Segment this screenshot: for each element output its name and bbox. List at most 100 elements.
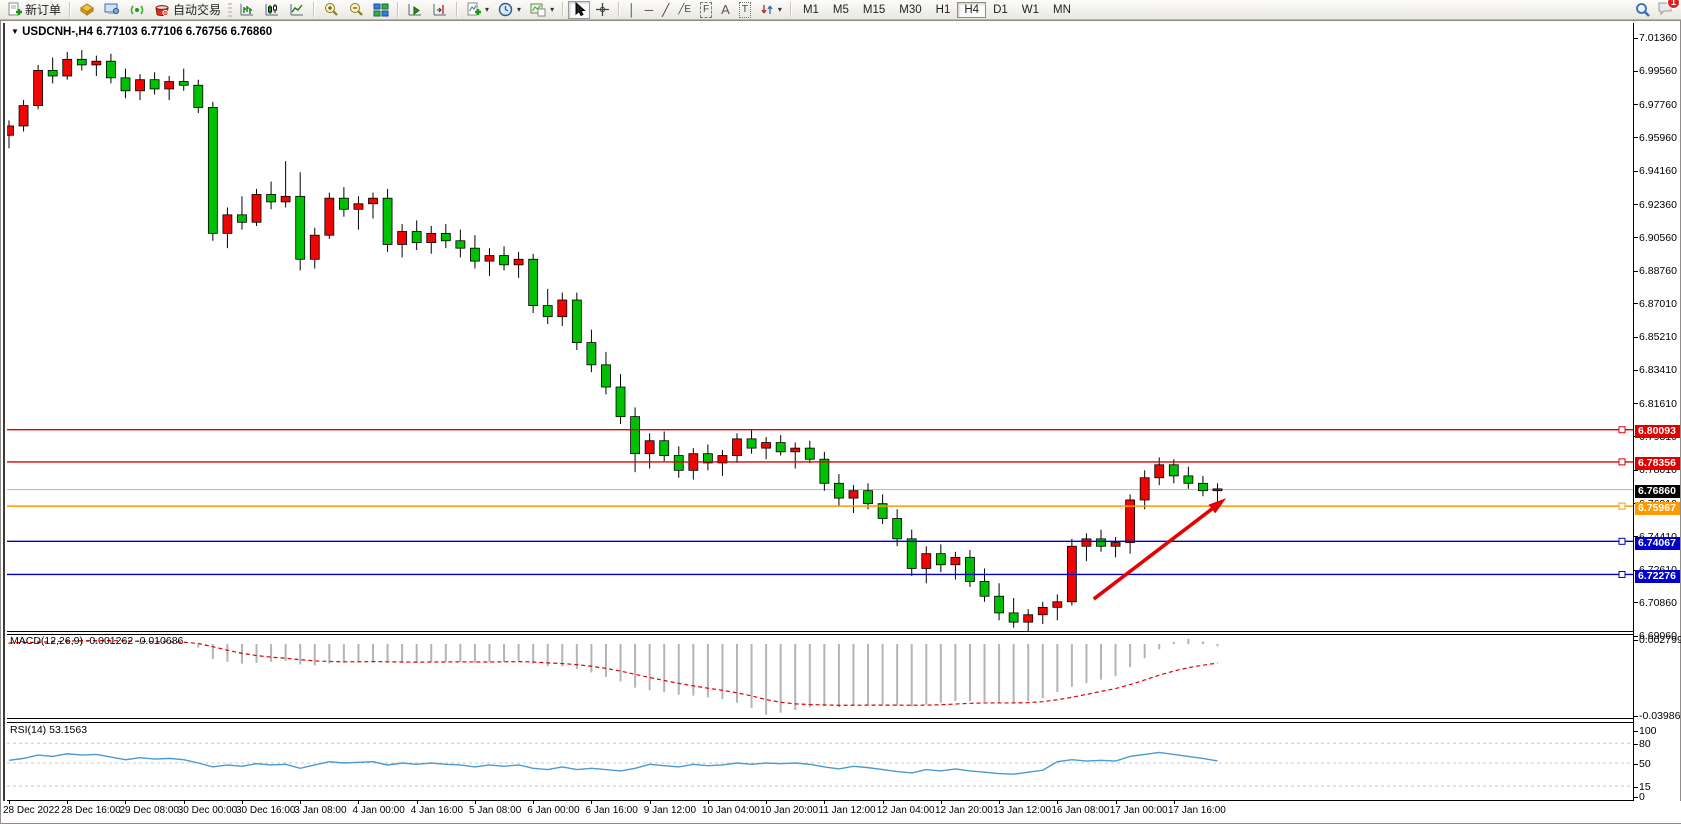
line-handle[interactable] [1619, 503, 1625, 509]
client-terminal-button[interactable] [100, 1, 124, 19]
time-tick [125, 801, 126, 804]
candle-down [587, 343, 596, 365]
time-tick-label: 28 Dec 2022 [3, 805, 60, 816]
trendline-tool[interactable]: ╱ [658, 1, 673, 19]
timeframe-button-w1[interactable]: W1 [1015, 2, 1046, 18]
price-tick-label: 6.99560 [1639, 65, 1677, 77]
signal-button[interactable] [125, 1, 149, 19]
candle-up [427, 233, 436, 242]
price-tick [1634, 38, 1638, 39]
crosshair-icon [595, 2, 610, 17]
vertical-line-tool[interactable]: │ [624, 1, 640, 19]
candle-up [514, 259, 523, 265]
channel-tool[interactable]: ╱E [674, 1, 695, 19]
text-icon: A [721, 3, 730, 17]
template-button[interactable]: ▾ [526, 1, 558, 19]
time-axis[interactable]: 28 Dec 202228 Dec 16:0029 Dec 08:0030 De… [1, 801, 1681, 823]
auto-trading-button[interactable]: 自动交易 [150, 1, 225, 19]
price-tick-label: 6.81610 [1639, 398, 1677, 410]
collapse-triangle-icon[interactable]: ▼ [11, 27, 19, 36]
time-tick [708, 801, 709, 804]
time-tick [1057, 801, 1058, 804]
candle-down [747, 439, 756, 448]
timeframe-button-m15[interactable]: M15 [856, 2, 892, 18]
separator [562, 2, 564, 17]
time-tick-label: 28 Dec 16:00 [61, 805, 121, 816]
line-handle[interactable] [1619, 427, 1625, 433]
candle-up [1053, 602, 1062, 608]
timeframe-button-m1[interactable]: M1 [796, 2, 826, 18]
candle-down [1097, 539, 1106, 546]
price-axis[interactable]: 7.013606.995606.977606.959606.941606.923… [1633, 23, 1680, 801]
gold-button[interactable] [75, 1, 99, 19]
timeframe-button-m30[interactable]: M30 [892, 2, 928, 18]
price-tick-label: 6.94160 [1639, 165, 1677, 177]
chart-title: ▼ USDCNH-,H4 6.77103 6.77106 6.76756 6.7… [11, 26, 272, 38]
line-chart-icon [289, 2, 305, 17]
macd-indicator-panel[interactable] [7, 634, 1633, 719]
price-tick-label: 6.83410 [1639, 364, 1677, 376]
line-handle[interactable] [1619, 571, 1625, 577]
timeframe-button-mn[interactable]: MN [1046, 2, 1078, 18]
line-handle[interactable] [1619, 538, 1625, 544]
timeframe-button-h1[interactable]: H1 [929, 2, 958, 18]
search-icon[interactable] [1635, 2, 1651, 18]
line-chart-button[interactable] [285, 1, 309, 19]
rsi-indicator-panel[interactable] [7, 722, 1633, 801]
scale-tick [1634, 797, 1638, 798]
candle-down [660, 441, 669, 456]
time-tick [1116, 801, 1117, 804]
time-tick-label: 12 Jan 20:00 [935, 805, 993, 816]
candle-down [674, 456, 683, 471]
macd-values: -0.001262 -0.010686 [86, 635, 184, 647]
time-tick [300, 801, 301, 804]
candle-up [1213, 489, 1222, 491]
candle-down [572, 300, 581, 343]
candle-up [7, 126, 14, 135]
candle-up [252, 194, 261, 222]
arrows-tool[interactable]: ▾ [756, 1, 786, 19]
text-tool[interactable]: A [717, 1, 734, 19]
price-tick [1634, 303, 1638, 304]
trend-arrow-annotation[interactable] [1094, 507, 1215, 599]
zoom-out-button[interactable] [344, 1, 368, 19]
time-tick-label: 16 Jan 08:00 [1052, 805, 1110, 816]
candle-down [208, 107, 217, 233]
price-tick [1634, 137, 1638, 138]
cursor-button[interactable] [568, 1, 590, 19]
candle-up [34, 70, 43, 105]
horizontal-line-tool[interactable]: ─ [641, 1, 658, 19]
timeframe-button-h4[interactable]: H4 [957, 2, 986, 18]
new-order-button[interactable]: 新订单 [3, 1, 65, 19]
price-badge: 6.74067 [1635, 537, 1680, 550]
main-price-chart[interactable] [7, 23, 1633, 632]
time-tick-label: 4 Jan 00:00 [353, 805, 405, 816]
candle-down [150, 80, 159, 89]
zoom-in-icon [323, 2, 339, 17]
time-tick [883, 801, 884, 804]
text-label-tool[interactable]: T [735, 1, 755, 19]
new-chart-button[interactable]: ▾ [462, 1, 493, 19]
auto-scroll-button[interactable] [403, 1, 427, 19]
chart-shift-button[interactable] [428, 1, 452, 19]
candle-down [383, 198, 392, 244]
toolbar-grip [228, 3, 232, 17]
bar-chart-button[interactable] [235, 1, 259, 19]
time-tick-label: 30 Dec 00:00 [178, 805, 238, 816]
period-button[interactable]: ▾ [494, 1, 525, 19]
zoom-in-button[interactable] [319, 1, 343, 19]
fibonacci-tool[interactable]: F [696, 1, 716, 19]
timeframe-button-m5[interactable]: M5 [826, 2, 856, 18]
rsi-scale-label: 100 [1639, 725, 1657, 737]
crosshair-button[interactable] [591, 1, 614, 19]
separator [69, 2, 71, 17]
candle-up [165, 82, 174, 89]
chart-shift-icon [432, 2, 448, 17]
candle-up [951, 557, 960, 564]
candlestick-button[interactable] [260, 1, 284, 19]
tile-windows-button[interactable] [369, 1, 393, 19]
notifications-button[interactable]: 1 [1657, 0, 1674, 19]
tile-windows-icon [373, 2, 389, 17]
timeframe-button-d1[interactable]: D1 [986, 2, 1015, 18]
line-handle[interactable] [1619, 459, 1625, 465]
